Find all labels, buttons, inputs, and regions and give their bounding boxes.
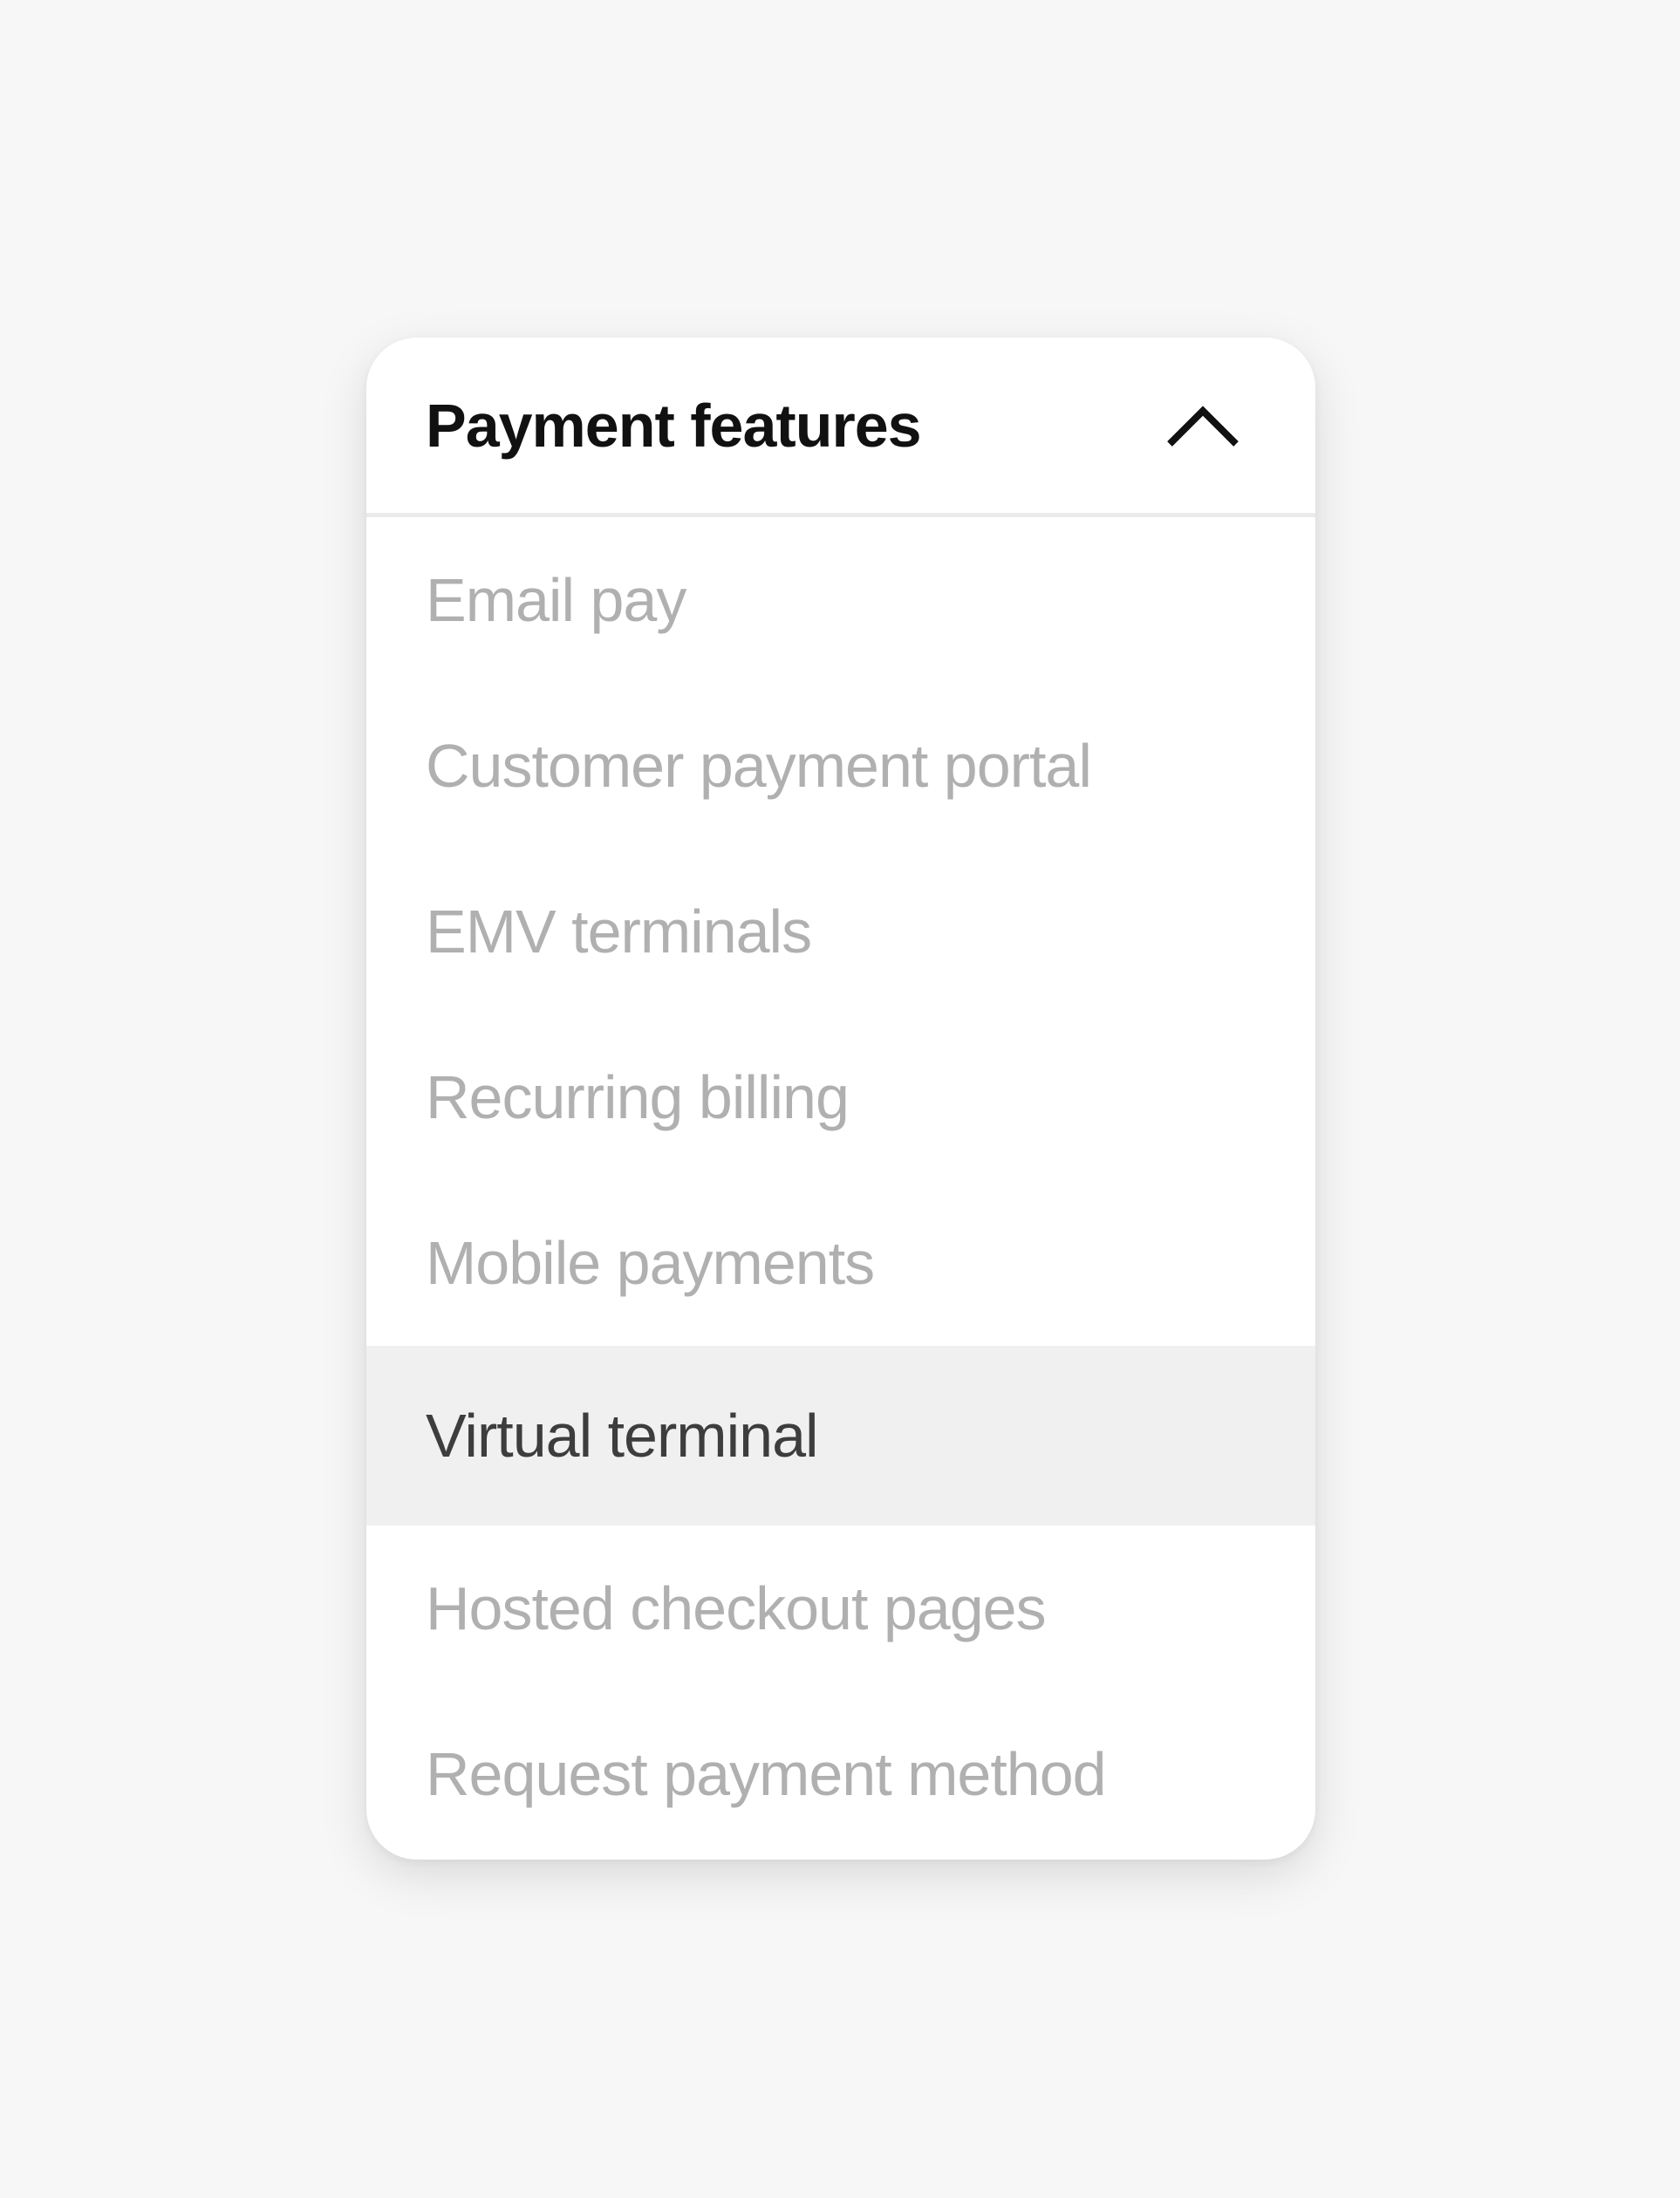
menu-item-virtual-terminal[interactable]: Virtual terminal <box>366 1346 1315 1526</box>
menu-item-email-pay[interactable]: Email pay <box>366 517 1315 683</box>
menu-item-label: Mobile payments <box>426 1229 875 1297</box>
menu-item-label: EMV terminals <box>426 898 812 966</box>
dropdown-menu-list: Email pay Customer payment portal EMV te… <box>366 517 1315 1857</box>
menu-item-customer-payment-portal[interactable]: Customer payment portal <box>366 683 1315 849</box>
menu-item-recurring-billing[interactable]: Recurring billing <box>366 1014 1315 1180</box>
menu-item-label: Virtual terminal <box>426 1402 819 1470</box>
menu-item-hosted-checkout-pages[interactable]: Hosted checkout pages <box>366 1526 1315 1691</box>
menu-item-label: Customer payment portal <box>426 732 1092 800</box>
menu-item-mobile-payments[interactable]: Mobile payments <box>366 1180 1315 1346</box>
payment-features-dropdown: Payment features Email pay Customer paym… <box>366 338 1315 1860</box>
menu-item-label: Hosted checkout pages <box>426 1574 1047 1642</box>
menu-item-label: Email pay <box>426 566 686 634</box>
menu-item-label: Request payment method <box>426 1740 1107 1808</box>
dropdown-header[interactable]: Payment features <box>366 338 1315 517</box>
chevron-up-icon[interactable] <box>1165 402 1240 449</box>
menu-item-request-payment-method[interactable]: Request payment method <box>366 1691 1315 1857</box>
dropdown-title: Payment features <box>426 391 922 460</box>
menu-item-emv-terminals[interactable]: EMV terminals <box>366 849 1315 1014</box>
menu-item-label: Recurring billing <box>426 1063 850 1131</box>
